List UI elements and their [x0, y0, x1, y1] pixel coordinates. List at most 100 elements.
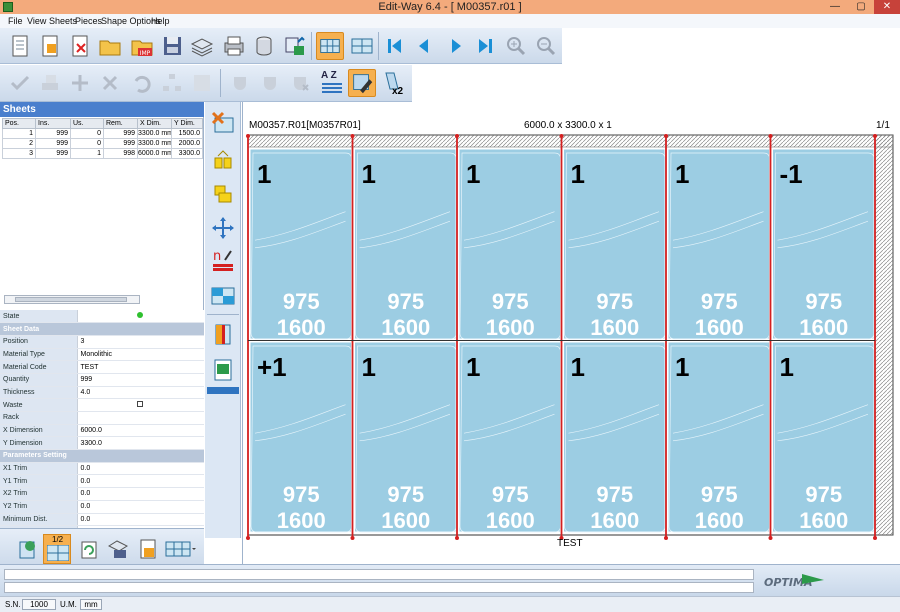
- property-row[interactable]: Waste: [0, 398, 204, 412]
- property-row[interactable]: Y1 Trim 0.0: [0, 474, 204, 489]
- minimize-button[interactable]: —: [822, 0, 848, 14]
- open-folder-icon[interactable]: [96, 32, 124, 60]
- table-row[interactable]: 3 999 1 998 6000.0 mm 3300.0: [2, 148, 203, 159]
- tree-icon[interactable]: [158, 69, 186, 97]
- menu-help[interactable]: Help: [151, 14, 170, 28]
- sheet-orange-icon[interactable]: [209, 320, 237, 348]
- import-icon[interactable]: IMP: [128, 32, 156, 60]
- numbering-icon[interactable]: n: [209, 246, 237, 274]
- property-value[interactable]: TEST: [76, 360, 204, 374]
- property-value[interactable]: 999: [76, 373, 204, 387]
- close-button[interactable]: ✕: [874, 0, 900, 14]
- layout-drawing[interactable]: 1975160019751600197516001975160019751600…: [243, 102, 900, 564]
- view-grid-icon[interactable]: [316, 32, 344, 60]
- property-value[interactable]: [76, 411, 204, 425]
- move-arrows-icon[interactable]: [209, 214, 237, 242]
- layers-icon[interactable]: [188, 32, 216, 60]
- column-header[interactable]: Rem.: [103, 118, 138, 129]
- sheet-preview-icon[interactable]: [209, 356, 237, 384]
- strip-scroll-indicator[interactable]: [207, 387, 239, 394]
- property-value[interactable]: 6000.0: [76, 424, 204, 438]
- table-cell: 1500.0: [171, 128, 203, 139]
- property-row[interactable]: Quantity 999: [0, 373, 204, 387]
- property-value[interactable]: 0.0: [76, 513, 204, 527]
- property-value[interactable]: 0.0: [76, 500, 204, 514]
- waste-checkbox[interactable]: [136, 401, 143, 408]
- property-row[interactable]: X2 Trim 0.0: [0, 487, 204, 501]
- edit-sheet-icon[interactable]: [348, 69, 376, 97]
- property-row[interactable]: Rack: [0, 411, 204, 425]
- property-row[interactable]: X1 Trim 0.0: [0, 462, 204, 476]
- property-row[interactable]: Material Code TEST: [0, 360, 204, 374]
- property-row[interactable]: Thickness 4.0: [0, 386, 204, 400]
- copies-button[interactable]: x2: [380, 69, 408, 97]
- column-header[interactable]: X Dim.: [137, 118, 172, 129]
- column-header[interactable]: Pos.: [2, 118, 36, 129]
- next-page-icon[interactable]: [442, 32, 470, 60]
- mask-icon[interactable]: [256, 69, 284, 97]
- database-icon[interactable]: [250, 32, 278, 60]
- last-page-icon[interactable]: [472, 32, 500, 60]
- property-row[interactable]: Minimum Dist. 0.0: [0, 513, 204, 527]
- property-value[interactable]: 3300.0: [76, 436, 204, 451]
- property-label: Minimum Dist.: [0, 513, 77, 527]
- property-value[interactable]: Monolithic: [76, 348, 204, 362]
- sheet-edit-icon[interactable]: [104, 534, 132, 564]
- refresh-sheet-icon[interactable]: [75, 534, 103, 564]
- property-value[interactable]: 0.0: [76, 474, 204, 489]
- first-page-icon[interactable]: [380, 32, 408, 60]
- menu-pieces[interactable]: Pieces: [75, 14, 102, 28]
- property-value[interactable]: 0.0: [76, 462, 204, 476]
- remove-icon[interactable]: [96, 69, 124, 97]
- property-row[interactable]: Position 3: [0, 335, 204, 349]
- scrollbar-thumb[interactable]: [15, 297, 127, 302]
- sheet-info-icon[interactable]: [134, 534, 162, 564]
- property-row[interactable]: State: [0, 310, 204, 324]
- mask-icon[interactable]: [226, 69, 254, 97]
- menu-view[interactable]: View: [27, 14, 46, 28]
- undo-icon[interactable]: [128, 69, 156, 97]
- print-icon[interactable]: [220, 32, 248, 60]
- column-header[interactable]: Y Dim.: [171, 118, 203, 129]
- export-icon[interactable]: [280, 32, 308, 60]
- property-value[interactable]: 4.0: [76, 386, 204, 400]
- table-row[interactable]: 1 999 0 999 3300.0 mm 1500.0: [2, 128, 203, 139]
- column-header[interactable]: Us.: [70, 118, 104, 129]
- table-row[interactable]: 2 999 0 999 3300.0 mm 2000.0: [2, 138, 203, 149]
- sheets-horizontal-scrollbar[interactable]: [4, 295, 140, 304]
- property-value[interactable]: [76, 398, 204, 412]
- menu-file[interactable]: File: [8, 14, 23, 28]
- pieces-rotate-icon[interactable]: [209, 146, 237, 174]
- property-row[interactable]: Y2 Trim 0.0: [0, 500, 204, 514]
- list-icon[interactable]: [188, 69, 216, 97]
- sort-az-button[interactable]: A Z: [318, 69, 346, 97]
- table-cell: 2: [2, 138, 36, 149]
- previous-page-icon[interactable]: [410, 32, 438, 60]
- delete-document-icon[interactable]: [66, 32, 94, 60]
- layout-blocks-icon[interactable]: [209, 282, 237, 310]
- property-value[interactable]: 0.0: [76, 487, 204, 501]
- property-value[interactable]: 3: [76, 335, 204, 349]
- confirm-icon[interactable]: [6, 69, 34, 97]
- page-layout-button[interactable]: 1/2: [43, 534, 71, 564]
- zoom-in-icon[interactable]: [502, 32, 530, 60]
- zoom-out-icon[interactable]: [532, 32, 560, 60]
- property-row[interactable]: X Dimension 6000.0: [0, 424, 204, 438]
- property-row[interactable]: Material Type Monolithic: [0, 348, 204, 362]
- insert-document-icon[interactable]: [36, 32, 64, 60]
- sheet-table-icon[interactable]: [164, 534, 196, 564]
- sheet-recycle-icon[interactable]: [14, 534, 42, 564]
- mask-remove-icon[interactable]: [286, 69, 314, 97]
- add-icon[interactable]: [66, 69, 94, 97]
- pieces-stack-icon[interactable]: [209, 180, 237, 208]
- new-document-icon[interactable]: [6, 32, 34, 60]
- view-split-icon[interactable]: [348, 32, 376, 60]
- property-value[interactable]: [76, 310, 204, 324]
- delete-pieces-icon[interactable]: [209, 110, 237, 138]
- maximize-button[interactable]: ▢: [848, 0, 874, 14]
- property-row[interactable]: Y Dimension 3300.0: [0, 436, 204, 451]
- erase-icon[interactable]: [36, 69, 64, 97]
- column-header[interactable]: Ins.: [35, 118, 71, 129]
- save-icon[interactable]: [158, 32, 186, 60]
- menu-sheets[interactable]: Sheets: [49, 14, 77, 28]
